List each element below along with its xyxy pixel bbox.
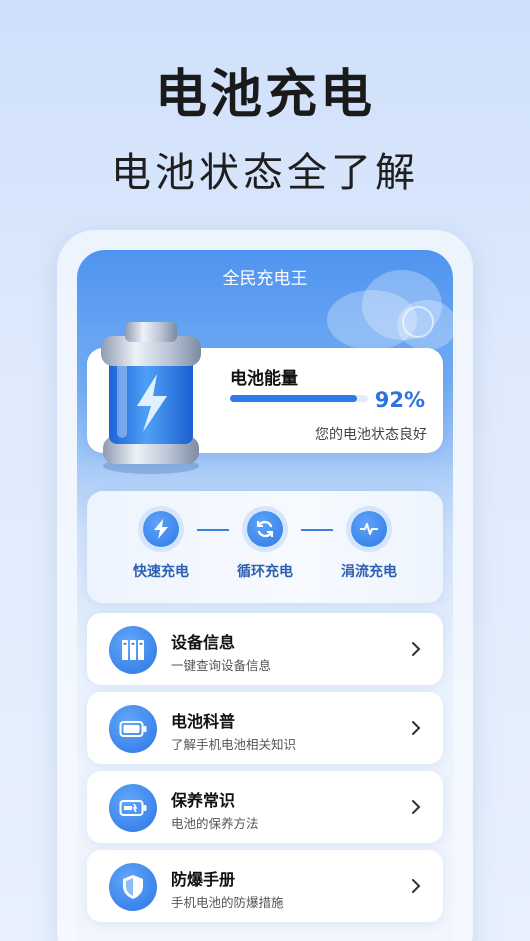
shield-icon [109,863,157,911]
chevron-right-icon [412,642,421,656]
mode-label: 快速充电 [133,564,189,580]
menu-item-title: 保养常识 [171,791,236,810]
app-title: 全民充电王 [222,269,308,289]
menu-item-maintenance[interactable]: 保养常识 电池的保养方法 [87,771,443,843]
app-screen: 全民充电王 电池能量 92% 您的电池状态良好 快速充电 循环充电 涓流充电 设… [77,250,453,941]
menu-item-title: 电池科普 [171,712,236,731]
menu-item-subtitle: 电池的保养方法 [171,816,259,831]
battery-progress-fill [230,395,357,402]
menu-item-device-info[interactable]: 设备信息 一键查询设备信息 [87,613,443,685]
battery-label: 电池能量 [230,369,298,389]
chevron-right-icon [412,879,421,893]
mode-cycle-charge[interactable]: 循环充电 [225,511,305,581]
mode-label: 循环充电 [237,564,293,580]
device-info-icon [109,626,157,674]
battery-progress-bar [230,395,368,402]
menu-item-subtitle: 了解手机电池相关知识 [171,737,297,752]
chevron-right-icon [412,721,421,735]
menu-item-title: 设备信息 [171,633,236,652]
battery-icon [109,705,157,753]
chevron-right-icon [412,800,421,814]
menu-item-subtitle: 一键查询设备信息 [171,658,272,673]
ring-decoration [402,306,434,338]
mode-label: 涓流充电 [341,564,397,580]
mode-fast-charge[interactable]: 快速充电 [121,511,201,581]
battery-status: 您的电池状态良好 [315,427,427,443]
battery-percent: 92% [374,388,425,412]
cycle-icon [247,511,283,547]
menu-item-battery-science[interactable]: 电池科普 了解手机电池相关知识 [87,692,443,764]
hero-subtitle: 电池状态全了解 [111,150,419,196]
menu-item-explosion-proof[interactable]: 防爆手册 手机电池的防爆措施 [87,850,443,922]
mode-trickle-charge[interactable]: 涓流充电 [329,511,409,581]
lightning-icon [143,511,179,547]
pulse-icon [351,511,387,547]
battery-care-icon [109,784,157,832]
battery-illustration-icon [101,322,201,474]
menu-item-title: 防爆手册 [171,870,236,889]
charge-modes-card: 快速充电 循环充电 涓流充电 [87,491,443,603]
menu-item-subtitle: 手机电池的防爆措施 [171,895,284,910]
hero-title: 电池充电 [154,65,375,125]
